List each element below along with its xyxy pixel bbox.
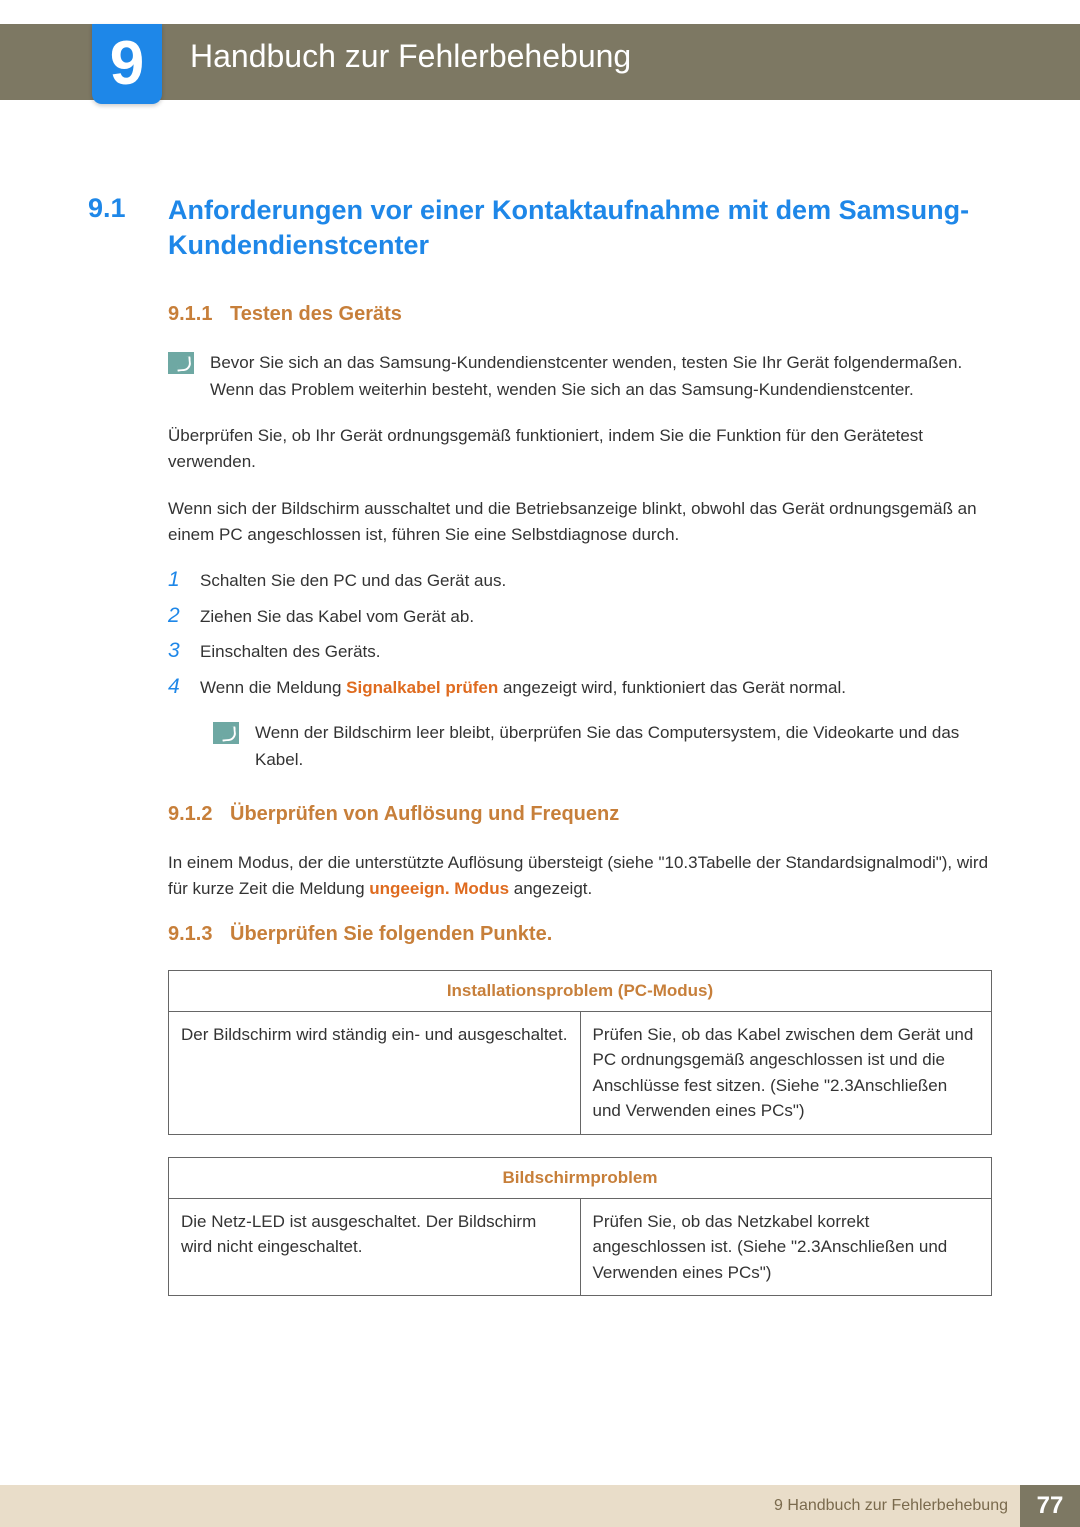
subsection-heading: 9.1.1 Testen des Geräts [168, 303, 992, 326]
table-cell-solution: Prüfen Sie, ob das Kabel zwischen dem Ge… [580, 1011, 992, 1134]
problem-table-install: Installationsproblem (PC-Modus) Der Bild… [168, 970, 992, 1135]
step4-highlight: Signalkabel prüfen [346, 678, 498, 697]
step-number: 2 [168, 604, 186, 628]
step-text: Einschalten des Geräts. [200, 639, 380, 665]
section-number: 9.1 [88, 193, 168, 263]
section-heading: 9.1 Anforderungen vor einer Kontaktaufna… [88, 193, 992, 263]
section-title: Anforderungen vor einer Kontaktaufnahme … [168, 193, 992, 263]
table-cell-problem: Die Netz-LED ist ausgeschaltet. Der Bild… [169, 1198, 581, 1296]
step-number: 4 [168, 675, 186, 699]
step-text: Ziehen Sie das Kabel vom Gerät ab. [200, 604, 474, 630]
page-number-box: 77 [1020, 1485, 1080, 1527]
step-number: 1 [168, 568, 186, 592]
table-header: Installationsproblem (PC-Modus) [169, 970, 992, 1011]
p-highlight: ungeeign. Modus [369, 879, 509, 898]
step-text: Schalten Sie den PC und das Gerät aus. [200, 568, 506, 594]
note-icon [213, 722, 239, 744]
sub-note-block: Wenn der Bildschirm leer bleibt, überprü… [213, 720, 992, 773]
note-block: Bevor Sie sich an das Samsung-Kundendien… [168, 350, 992, 403]
ordered-steps: 1 Schalten Sie den PC und das Gerät aus.… [168, 568, 992, 700]
paragraph: Wenn sich der Bildschirm ausschaltet und… [168, 496, 992, 549]
subsection-number: 9.1.2 [168, 803, 230, 826]
subsection-title: Überprüfen Sie folgenden Punkte. [230, 923, 552, 946]
subsection-number: 9.1.3 [168, 923, 230, 946]
page-number: 77 [1037, 1492, 1064, 1520]
table-header: Bildschirmproblem [169, 1157, 992, 1198]
sub-note-text: Wenn der Bildschirm leer bleibt, überprü… [255, 720, 992, 773]
chapter-badge: 9 [92, 24, 162, 104]
paragraph: Überprüfen Sie, ob Ihr Gerät ordnungsgem… [168, 423, 992, 476]
step-number: 3 [168, 639, 186, 663]
step4-prefix: Wenn die Meldung [200, 678, 346, 697]
subsection-heading: 9.1.2 Überprüfen von Auflösung und Frequ… [168, 803, 992, 826]
table-cell-problem: Der Bildschirm wird ständig ein- und aus… [169, 1011, 581, 1134]
step4-suffix: angezeigt wird, funktioniert das Gerät n… [498, 678, 846, 697]
chapter-number: 9 [110, 33, 144, 95]
p-suffix: angezeigt. [509, 879, 592, 898]
subsection-title: Überprüfen von Auflösung und Frequenz [230, 803, 619, 826]
step-item: 2 Ziehen Sie das Kabel vom Gerät ab. [168, 604, 992, 630]
footer-text: 9 Handbuch zur Fehlerbehebung [774, 1497, 1008, 1515]
chapter-title: Handbuch zur Fehlerbehebung [190, 38, 631, 75]
step-item: 1 Schalten Sie den PC und das Gerät aus. [168, 568, 992, 594]
paragraph: In einem Modus, der die unterstützte Auf… [168, 850, 992, 903]
subsection-heading: 9.1.3 Überprüfen Sie folgenden Punkte. [168, 923, 992, 946]
subsection-number: 9.1.1 [168, 303, 230, 326]
note-text: Bevor Sie sich an das Samsung-Kundendien… [210, 350, 992, 403]
content-area: 9.1 Anforderungen vor einer Kontaktaufna… [88, 185, 992, 1318]
subsection-title: Testen des Geräts [230, 303, 402, 326]
table-cell-solution: Prüfen Sie, ob das Netzkabel korrekt ang… [580, 1198, 992, 1296]
step-text: Wenn die Meldung Signalkabel prüfen ange… [200, 675, 846, 701]
note-icon [168, 352, 194, 374]
footer-bar: 9 Handbuch zur Fehlerbehebung 77 [0, 1485, 1080, 1527]
problem-table-screen: Bildschirmproblem Die Netz-LED ist ausge… [168, 1157, 992, 1297]
step-item: 4 Wenn die Meldung Signalkabel prüfen an… [168, 675, 992, 701]
step-item: 3 Einschalten des Geräts. [168, 639, 992, 665]
